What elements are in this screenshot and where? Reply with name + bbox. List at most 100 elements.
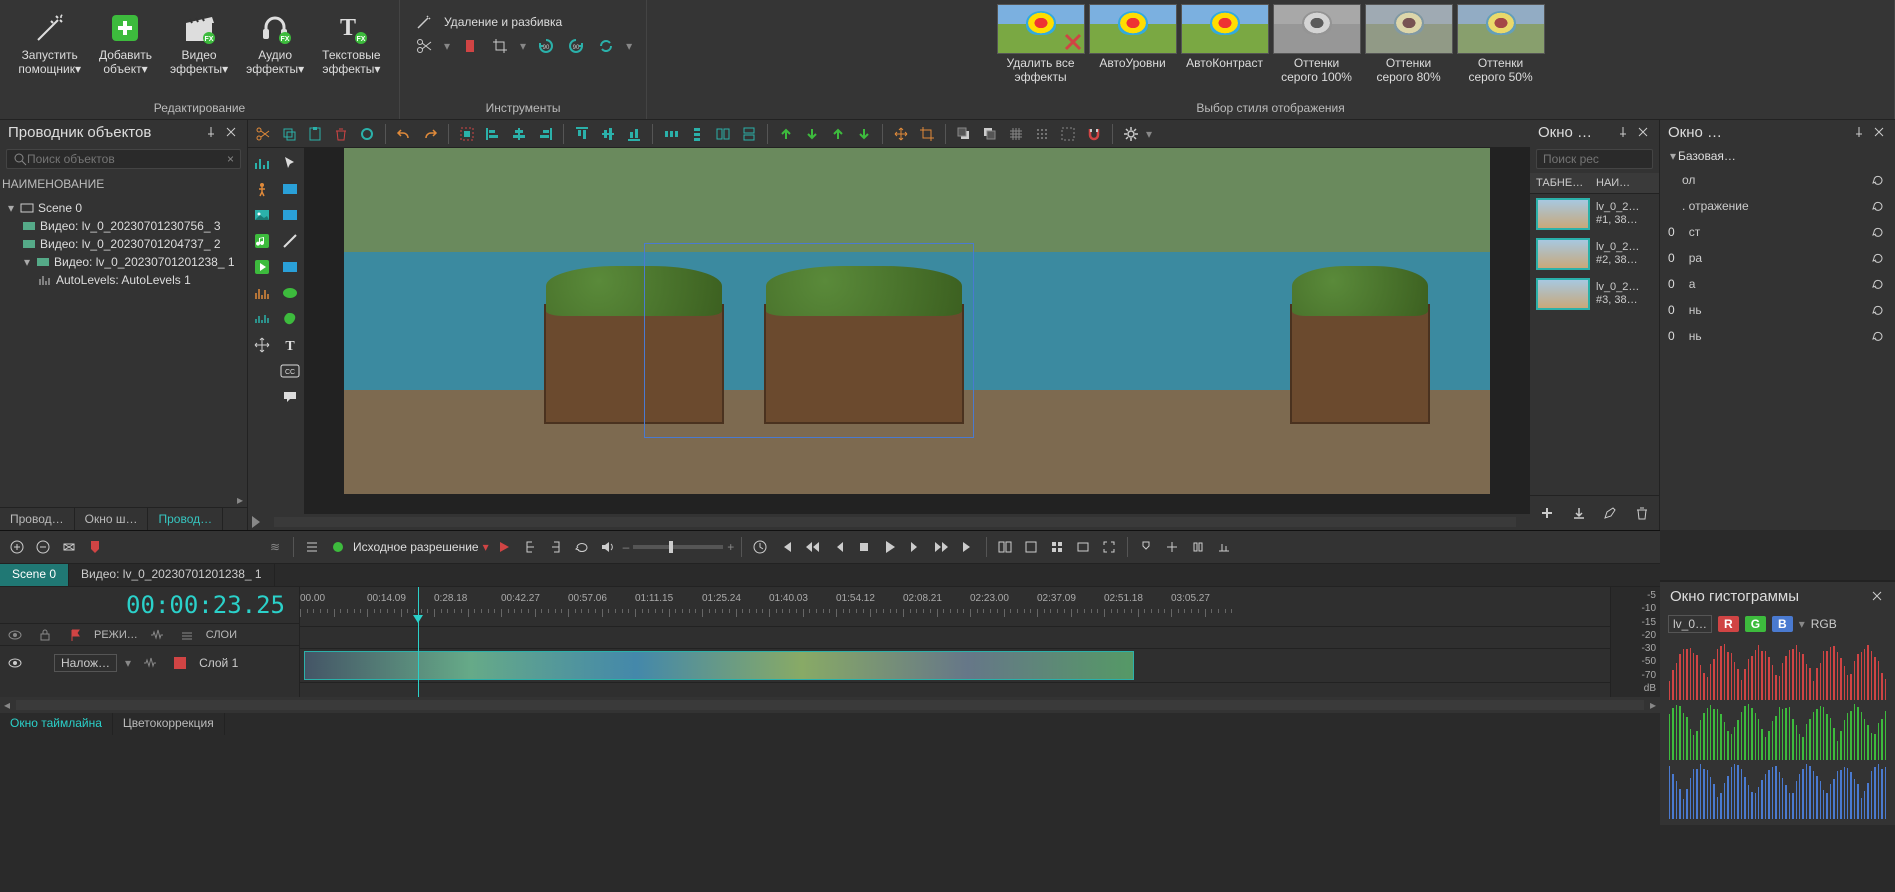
prop-row[interactable]: 0ра: [1660, 245, 1895, 271]
play-icon[interactable]: [879, 536, 901, 558]
ellipse-tool-icon[interactable]: [279, 282, 301, 304]
hscroll[interactable]: ▸: [233, 493, 247, 507]
timeline-ruler[interactable]: 00.0000:14.090:28.1800:42.2700:57.0601:1…: [300, 587, 1610, 627]
channel-g[interactable]: G: [1745, 616, 1766, 632]
close-icon[interactable]: [1873, 126, 1887, 140]
blob-tool-icon[interactable]: [279, 308, 301, 330]
explorer-search[interactable]: ×: [6, 149, 241, 169]
step-fwd-icon[interactable]: [905, 536, 927, 558]
playhead[interactable]: [418, 587, 419, 697]
layer-front-icon[interactable]: [953, 123, 975, 145]
timeline-layer-row[interactable]: Налож… ▾ Слой 1: [0, 645, 299, 679]
channel-b[interactable]: B: [1772, 616, 1793, 632]
timeline-tracks[interactable]: 00.0000:14.090:28.1800:42.2700:57.0601:1…: [300, 587, 1610, 697]
snap3-icon[interactable]: [1187, 536, 1209, 558]
flag-icon[interactable]: [64, 624, 86, 646]
cursor-tool-icon[interactable]: [279, 152, 301, 174]
align-bottom-icon[interactable]: [623, 123, 645, 145]
explorer-tab[interactable]: Окно ш…: [75, 508, 149, 530]
res-col-name[interactable]: НАИ…: [1590, 173, 1636, 193]
scissors-icon[interactable]: [414, 36, 434, 56]
preview-hscroll[interactable]: [248, 514, 1530, 530]
speech-tool-icon[interactable]: [279, 386, 301, 408]
style-gray50[interactable]: [1457, 4, 1545, 54]
tree-root[interactable]: ▾Scene 0: [6, 199, 241, 217]
speaker-icon[interactable]: [597, 536, 619, 558]
marker-tl-icon[interactable]: [84, 536, 106, 558]
layer-color-icon[interactable]: [169, 652, 191, 674]
goto-end-icon[interactable]: [957, 536, 979, 558]
copy-icon[interactable]: [278, 123, 300, 145]
wave-icon[interactable]: [146, 624, 168, 646]
crop2-icon[interactable]: [916, 123, 938, 145]
wave-icon[interactable]: [139, 652, 161, 674]
clear-icon[interactable]: ×: [227, 152, 234, 166]
add-object-button[interactable]: Добавить объект▾: [93, 4, 158, 80]
fullscreen-icon[interactable]: [1098, 536, 1120, 558]
dist-v-icon[interactable]: [686, 123, 708, 145]
zoom-in-icon[interactable]: [6, 536, 28, 558]
rotate-left-icon[interactable]: 90: [536, 36, 556, 56]
resource-row[interactable]: lv_0_2…#3, 38…: [1530, 274, 1659, 314]
select-all-icon[interactable]: [456, 123, 478, 145]
selection-rect[interactable]: [644, 243, 974, 438]
tree-item[interactable]: Видео: lv_0_20230701204737_ 2: [6, 235, 241, 253]
resource-row[interactable]: lv_0_2…#1, 38…: [1530, 194, 1659, 234]
reset-icon[interactable]: [1869, 171, 1887, 189]
grid-icon[interactable]: [1005, 123, 1027, 145]
line-tool-icon[interactable]: [279, 230, 301, 252]
bounds-icon[interactable]: [1057, 123, 1079, 145]
prop-row[interactable]: 0нь: [1660, 297, 1895, 323]
zoom-out-icon[interactable]: [32, 536, 54, 558]
add-icon[interactable]: [1536, 502, 1558, 524]
goto-start-icon[interactable]: [775, 536, 797, 558]
timeline-hscroll[interactable]: ◂▸: [0, 697, 1660, 713]
crop-icon[interactable]: [490, 36, 510, 56]
reset-icon[interactable]: [1869, 223, 1887, 241]
audio-fx-button[interactable]: FX Аудио эффекты▾: [240, 4, 310, 80]
timeline-tab[interactable]: Видео: lv_0_20230701201238_ 1: [69, 564, 275, 586]
footer-tab[interactable]: Цветокоррекция: [113, 713, 225, 735]
music-tool-icon[interactable]: [251, 230, 273, 252]
dist-h-icon[interactable]: [660, 123, 682, 145]
split-view-icon[interactable]: [994, 536, 1016, 558]
clip-row[interactable]: [300, 649, 1610, 683]
trash-icon[interactable]: [1631, 502, 1653, 524]
preview-only-icon[interactable]: [1072, 536, 1094, 558]
play-tri-icon[interactable]: [252, 516, 260, 528]
reset-icon[interactable]: [1869, 275, 1887, 293]
image-tool-icon[interactable]: [251, 204, 273, 226]
resource-row[interactable]: lv_0_2…#2, 38…: [1530, 234, 1659, 274]
prop-row[interactable]: 0нь: [1660, 323, 1895, 349]
ffwd-icon[interactable]: [931, 536, 953, 558]
person-tool-icon[interactable]: [251, 178, 273, 200]
gear-icon[interactable]: [1120, 123, 1142, 145]
magnet-icon[interactable]: [1083, 123, 1105, 145]
stop-icon[interactable]: [853, 536, 875, 558]
pin-icon[interactable]: [1617, 126, 1631, 140]
snap2-icon[interactable]: [1161, 536, 1183, 558]
reset-icon[interactable]: [1869, 327, 1887, 345]
pin-icon[interactable]: [1853, 126, 1867, 140]
channel-r[interactable]: R: [1718, 616, 1739, 632]
rotate-right-icon[interactable]: 90: [566, 36, 586, 56]
redo-icon[interactable]: [419, 123, 441, 145]
arrow-down2-icon[interactable]: [853, 123, 875, 145]
style-auto-contrast[interactable]: [1181, 4, 1269, 54]
prop-row[interactable]: 0ст: [1660, 219, 1895, 245]
step-back-icon[interactable]: [827, 536, 849, 558]
snap1-icon[interactable]: [1135, 536, 1157, 558]
eye-icon[interactable]: [4, 652, 26, 674]
histogram-src[interactable]: lv_0…: [1668, 615, 1712, 633]
style-gray80[interactable]: [1365, 4, 1453, 54]
zoom-fit-icon[interactable]: [58, 536, 80, 558]
rect-fill-icon[interactable]: [279, 178, 301, 200]
eq2-tool-icon[interactable]: [251, 308, 273, 330]
close-icon[interactable]: [1637, 126, 1651, 140]
prop-row[interactable]: . отражение: [1660, 193, 1895, 219]
move-icon[interactable]: [890, 123, 912, 145]
arrow-up-icon[interactable]: [775, 123, 797, 145]
align-hcenter-icon[interactable]: [508, 123, 530, 145]
edit-icon[interactable]: [1600, 502, 1622, 524]
align-top-icon[interactable]: [571, 123, 593, 145]
